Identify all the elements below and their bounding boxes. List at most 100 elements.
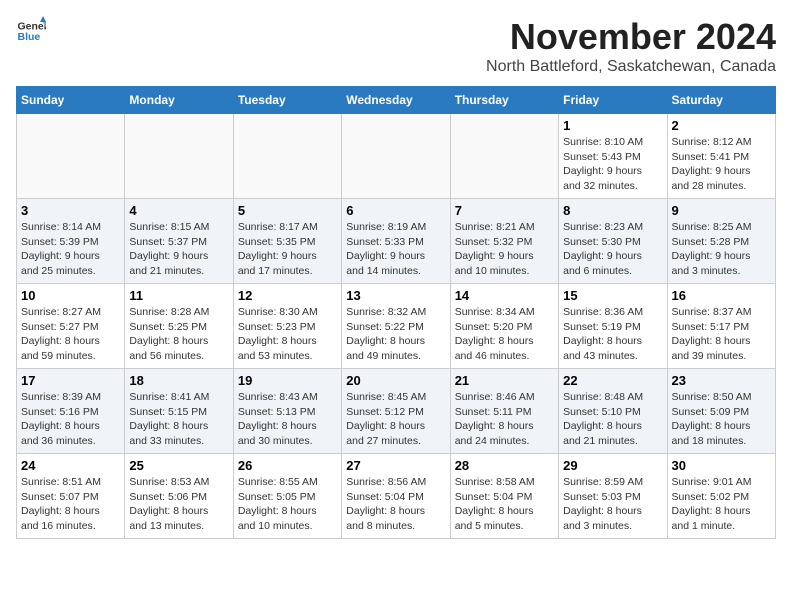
day-info: Sunrise: 8:30 AM Sunset: 5:23 PM Dayligh… — [238, 305, 337, 364]
day-header-saturday: Saturday — [667, 87, 775, 114]
day-header-tuesday: Tuesday — [233, 87, 341, 114]
day-info: Sunrise: 8:59 AM Sunset: 5:03 PM Dayligh… — [563, 475, 662, 534]
day-info: Sunrise: 8:34 AM Sunset: 5:20 PM Dayligh… — [455, 305, 554, 364]
calendar-week-row: 3Sunrise: 8:14 AM Sunset: 5:39 PM Daylig… — [17, 199, 776, 284]
day-info: Sunrise: 8:39 AM Sunset: 5:16 PM Dayligh… — [21, 390, 120, 449]
day-info: Sunrise: 8:36 AM Sunset: 5:19 PM Dayligh… — [563, 305, 662, 364]
day-info: Sunrise: 8:51 AM Sunset: 5:07 PM Dayligh… — [21, 475, 120, 534]
calendar-cell: 13 Sunrise: 8:32 AM Sunset: 5:22 PM Dayli… — [342, 284, 450, 369]
calendar-cell: 3Sunrise: 8:14 AM Sunset: 5:39 PM Daylig… — [17, 199, 125, 284]
calendar-cell: 1 Sunrise: 8:10 AM Sunset: 5:43 PM Daylig… — [559, 114, 667, 199]
calendar-cell: 22 Sunrise: 8:48 AM Sunset: 5:10 PM Dayli… — [559, 369, 667, 454]
day-info: Sunrise: 8:41 AM Sunset: 5:15 PM Dayligh… — [129, 390, 228, 449]
calendar-cell: 9Sunrise: 8:25 AM Sunset: 5:28 PM Daylig… — [667, 199, 775, 284]
day-info: Sunrise: 8:23 AM Sunset: 5:30 PM Dayligh… — [563, 220, 662, 279]
calendar-cell: 19 Sunrise: 8:43 AM Sunset: 5:13 PM Dayli… — [233, 369, 341, 454]
day-info: Sunrise: 8:21 AM Sunset: 5:32 PM Dayligh… — [455, 220, 554, 279]
calendar-cell: 29 Sunrise: 8:59 AM Sunset: 5:03 PM Dayli… — [559, 454, 667, 539]
day-info: Sunrise: 8:50 AM Sunset: 5:09 PM Dayligh… — [672, 390, 771, 449]
day-header-thursday: Thursday — [450, 87, 558, 114]
day-number: 9 — [672, 203, 771, 218]
day-number: 10 — [21, 288, 120, 303]
day-info: Sunrise: 8:28 AM Sunset: 5:25 PM Dayligh… — [129, 305, 228, 364]
day-number: 28 — [455, 458, 554, 473]
calendar-header-row: SundayMondayTuesdayWednesdayThursdayFrid… — [17, 87, 776, 114]
day-header-wednesday: Wednesday — [342, 87, 450, 114]
day-number: 2 — [672, 118, 771, 133]
calendar-cell: 20 Sunrise: 8:45 AM Sunset: 5:12 PM Dayli… — [342, 369, 450, 454]
day-info: Sunrise: 8:46 AM Sunset: 5:11 PM Dayligh… — [455, 390, 554, 449]
calendar-cell: 10 Sunrise: 8:27 AM Sunset: 5:27 PM Dayli… — [17, 284, 125, 369]
day-header-monday: Monday — [125, 87, 233, 114]
day-number: 21 — [455, 373, 554, 388]
day-number: 1 — [563, 118, 662, 133]
calendar-cell: 14 Sunrise: 8:34 AM Sunset: 5:20 PM Dayli… — [450, 284, 558, 369]
day-number: 27 — [346, 458, 445, 473]
calendar-cell: 23Sunrise: 8:50 AM Sunset: 5:09 PM Dayli… — [667, 369, 775, 454]
day-info: Sunrise: 8:48 AM Sunset: 5:10 PM Dayligh… — [563, 390, 662, 449]
logo-icon: General Blue — [16, 16, 46, 46]
calendar-week-row: 1 Sunrise: 8:10 AM Sunset: 5:43 PM Daylig… — [17, 114, 776, 199]
calendar-cell: 6 Sunrise: 8:19 AM Sunset: 5:33 PM Daylig… — [342, 199, 450, 284]
day-info: Sunrise: 8:10 AM Sunset: 5:43 PM Dayligh… — [563, 135, 662, 194]
day-number: 14 — [455, 288, 554, 303]
day-number: 8 — [563, 203, 662, 218]
day-number: 17 — [21, 373, 120, 388]
subtitle: North Battleford, Saskatchewan, Canada — [486, 58, 776, 76]
calendar: SundayMondayTuesdayWednesdayThursdayFrid… — [16, 86, 776, 539]
calendar-cell: 27Sunrise: 8:56 AM Sunset: 5:04 PM Dayli… — [342, 454, 450, 539]
month-title: November 2024 — [486, 16, 776, 58]
header: General Blue November 2024 North Battlef… — [16, 16, 776, 76]
day-info: Sunrise: 8:43 AM Sunset: 5:13 PM Dayligh… — [238, 390, 337, 449]
day-number: 13 — [346, 288, 445, 303]
day-number: 5 — [238, 203, 337, 218]
calendar-cell: 4 Sunrise: 8:15 AM Sunset: 5:37 PM Daylig… — [125, 199, 233, 284]
calendar-cell: 7Sunrise: 8:21 AM Sunset: 5:32 PM Daylig… — [450, 199, 558, 284]
calendar-cell: 2 Sunrise: 8:12 AM Sunset: 5:41 PM Daylig… — [667, 114, 775, 199]
day-number: 25 — [129, 458, 228, 473]
calendar-cell: 25 Sunrise: 8:53 AM Sunset: 5:06 PM Dayli… — [125, 454, 233, 539]
calendar-cell — [342, 114, 450, 199]
day-info: Sunrise: 8:15 AM Sunset: 5:37 PM Dayligh… — [129, 220, 228, 279]
calendar-cell — [450, 114, 558, 199]
calendar-cell: 21 Sunrise: 8:46 AM Sunset: 5:11 PM Dayli… — [450, 369, 558, 454]
calendar-cell: 8 Sunrise: 8:23 AM Sunset: 5:30 PM Daylig… — [559, 199, 667, 284]
calendar-cell: 16Sunrise: 8:37 AM Sunset: 5:17 PM Dayli… — [667, 284, 775, 369]
day-number: 11 — [129, 288, 228, 303]
day-number: 26 — [238, 458, 337, 473]
calendar-cell — [17, 114, 125, 199]
day-info: Sunrise: 8:53 AM Sunset: 5:06 PM Dayligh… — [129, 475, 228, 534]
day-number: 30 — [672, 458, 771, 473]
logo: General Blue — [16, 16, 46, 46]
day-number: 22 — [563, 373, 662, 388]
calendar-cell — [233, 114, 341, 199]
day-number: 6 — [346, 203, 445, 218]
calendar-cell: 17 Sunrise: 8:39 AM Sunset: 5:16 PM Dayli… — [17, 369, 125, 454]
day-number: 29 — [563, 458, 662, 473]
day-info: Sunrise: 8:19 AM Sunset: 5:33 PM Dayligh… — [346, 220, 445, 279]
calendar-cell: 12 Sunrise: 8:30 AM Sunset: 5:23 PM Dayli… — [233, 284, 341, 369]
day-number: 15 — [563, 288, 662, 303]
calendar-cell: 15 Sunrise: 8:36 AM Sunset: 5:19 PM Dayli… — [559, 284, 667, 369]
day-info: Sunrise: 8:32 AM Sunset: 5:22 PM Dayligh… — [346, 305, 445, 364]
day-number: 19 — [238, 373, 337, 388]
day-header-sunday: Sunday — [17, 87, 125, 114]
calendar-cell: 5 Sunrise: 8:17 AM Sunset: 5:35 PM Daylig… — [233, 199, 341, 284]
day-number: 20 — [346, 373, 445, 388]
calendar-week-row: 24 Sunrise: 8:51 AM Sunset: 5:07 PM Dayli… — [17, 454, 776, 539]
day-number: 24 — [21, 458, 120, 473]
day-number: 3 — [21, 203, 120, 218]
day-info: Sunrise: 8:45 AM Sunset: 5:12 PM Dayligh… — [346, 390, 445, 449]
calendar-week-row: 10 Sunrise: 8:27 AM Sunset: 5:27 PM Dayli… — [17, 284, 776, 369]
day-header-friday: Friday — [559, 87, 667, 114]
day-info: Sunrise: 8:12 AM Sunset: 5:41 PM Dayligh… — [672, 135, 771, 194]
day-number: 4 — [129, 203, 228, 218]
day-info: Sunrise: 8:58 AM Sunset: 5:04 PM Dayligh… — [455, 475, 554, 534]
calendar-cell: 26Sunrise: 8:55 AM Sunset: 5:05 PM Dayli… — [233, 454, 341, 539]
svg-text:Blue: Blue — [18, 31, 41, 43]
day-number: 12 — [238, 288, 337, 303]
calendar-cell — [125, 114, 233, 199]
day-info: Sunrise: 8:27 AM Sunset: 5:27 PM Dayligh… — [21, 305, 120, 364]
calendar-cell: 30Sunrise: 9:01 AM Sunset: 5:02 PM Dayli… — [667, 454, 775, 539]
day-info: Sunrise: 8:17 AM Sunset: 5:35 PM Dayligh… — [238, 220, 337, 279]
